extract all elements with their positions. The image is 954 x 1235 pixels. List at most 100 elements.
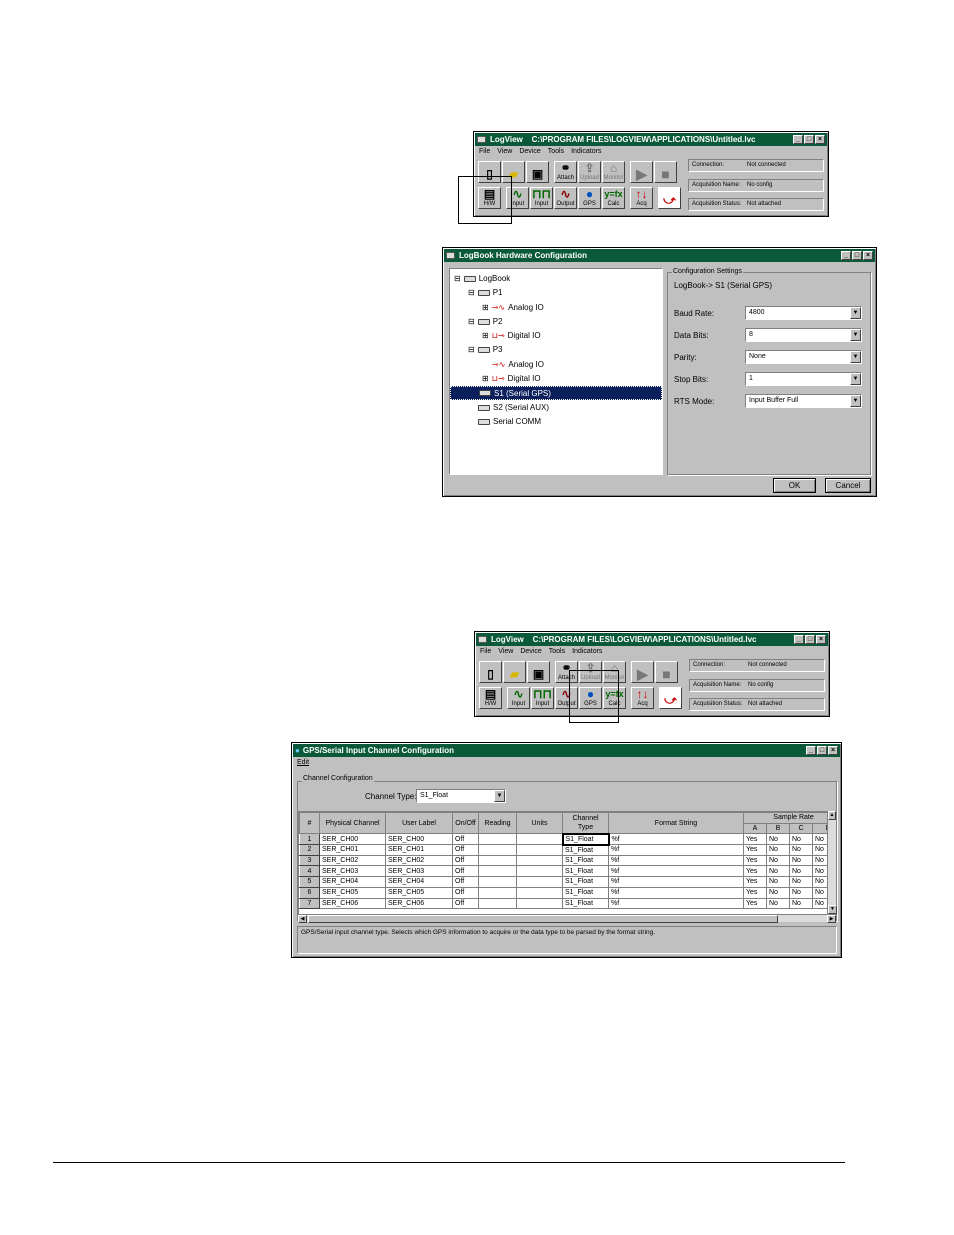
cell-row-number[interactable]: 2: [299, 844, 320, 856]
cell-row-number[interactable]: 6: [299, 886, 320, 899]
table-row[interactable]: 3 SER_CH02 SER_CH02 Off S1_Float %f Yes No No No: [299, 854, 835, 867]
cell-on-off[interactable]: Off: [452, 844, 479, 856]
table-row[interactable]: 5 SER_CH04 SER_CH04 Off S1_Float %f Yes No No No: [299, 876, 835, 888]
cell-user-label[interactable]: SER_CH01: [385, 844, 453, 856]
digital-input-button[interactable]: ⊓⊓ Input: [531, 687, 554, 709]
cell-rate-c[interactable]: No: [789, 886, 813, 899]
digital-input-button[interactable]: ⊓⊓ Input: [530, 187, 553, 209]
column-header-user-label[interactable]: User Label: [385, 812, 453, 835]
attach-button[interactable]: ⚭ Attach: [554, 161, 577, 183]
parity-select[interactable]: None ▼: [745, 350, 862, 364]
cell-rate-c[interactable]: No: [789, 897, 813, 910]
minimize-icon[interactable]: _: [806, 746, 816, 755]
cell-units[interactable]: [516, 865, 563, 878]
cell-units[interactable]: [516, 854, 563, 867]
monitor-button[interactable]: ⌂ Monitor: [602, 161, 625, 183]
save-button[interactable]: ▣: [527, 661, 550, 683]
close-icon[interactable]: ×: [815, 135, 825, 144]
cell-rate-c[interactable]: No: [789, 854, 813, 867]
cell-rate-a[interactable]: Yes: [743, 865, 767, 878]
table-row[interactable]: 7 SER_CH06 SER_CH06 Off S1_Float %f Yes No No No: [299, 897, 835, 910]
cell-channel-type[interactable]: S1_Float: [562, 897, 609, 910]
cell-units[interactable]: [516, 897, 563, 910]
cell-rate-b[interactable]: No: [766, 897, 790, 910]
data-bits-select[interactable]: 8 ▼: [745, 328, 862, 342]
menu-view[interactable]: View: [497, 148, 512, 157]
menu-indicators[interactable]: Indicators: [572, 648, 602, 657]
tree-item-p2-digital-io[interactable]: ⊞ ⊔⊸ Digital IO: [482, 331, 541, 340]
tree-item-p3-analog-io[interactable]: ⊸∿ Analog IO: [492, 360, 544, 369]
cell-format-string[interactable]: %f: [608, 865, 744, 878]
tree-item-logbook[interactable]: ⊟ LogBook: [454, 274, 510, 283]
scroll-down-icon[interactable]: ▼: [828, 905, 837, 914]
cell-user-label[interactable]: SER_CH00: [385, 833, 453, 846]
tree-item-p3[interactable]: ⊟ P3: [468, 345, 503, 354]
cell-row-number[interactable]: 5: [299, 876, 320, 888]
menu-file[interactable]: File: [479, 148, 490, 157]
cell-format-string[interactable]: %f: [608, 886, 744, 899]
cell-units[interactable]: [516, 886, 563, 899]
cell-format-string[interactable]: %f: [608, 897, 744, 910]
cell-physical-channel[interactable]: SER_CH04: [319, 876, 386, 888]
cell-reading[interactable]: [478, 886, 517, 899]
tree-item-p1-analog-io[interactable]: ⊞ ⊸∿ Analog IO: [482, 303, 544, 312]
cell-physical-channel[interactable]: SER_CH06: [319, 897, 386, 910]
menu-view[interactable]: View: [498, 648, 513, 657]
cell-rate-c[interactable]: No: [789, 833, 813, 846]
calc-button[interactable]: y=fx Calc: [602, 187, 625, 209]
menu-indicators[interactable]: Indicators: [571, 148, 601, 157]
maximize-icon[interactable]: □: [805, 635, 815, 644]
column-header-reading[interactable]: Reading: [478, 812, 517, 835]
cell-reading[interactable]: [478, 897, 517, 910]
cell-format-string[interactable]: %f: [608, 833, 744, 846]
stop-bits-select[interactable]: 1 ▼: [745, 372, 862, 386]
close-icon[interactable]: ×: [828, 746, 838, 755]
column-header-format-string[interactable]: Format String: [608, 812, 744, 835]
rts-mode-select[interactable]: Input Buffer Full ▼: [745, 394, 862, 408]
cell-channel-type[interactable]: S1_Float: [562, 854, 609, 867]
cell-row-number[interactable]: 4: [299, 865, 320, 878]
gps-button[interactable]: ● GPS: [578, 187, 601, 209]
column-header-sample-rate[interactable]: Sample Rate: [742, 812, 835, 824]
minimize-icon[interactable]: _: [841, 251, 851, 260]
vertical-scrollbar[interactable]: ▲ ▼: [827, 811, 837, 914]
chart-button[interactable]: ⤻: [658, 187, 681, 209]
ok-button[interactable]: OK: [773, 478, 816, 493]
cell-format-string[interactable]: %f: [608, 876, 744, 888]
open-folder-button[interactable]: ▰: [503, 661, 526, 683]
cell-format-string[interactable]: %f: [608, 854, 744, 867]
cell-rate-a[interactable]: Yes: [743, 886, 767, 899]
menu-device[interactable]: Device: [520, 648, 541, 657]
horizontal-scrollbar[interactable]: ◀ ▶: [298, 914, 836, 923]
cell-physical-channel[interactable]: SER_CH00: [319, 833, 386, 846]
tree-item-p2[interactable]: ⊟ P2: [468, 317, 503, 326]
cell-row-number[interactable]: 1: [299, 833, 320, 846]
cell-units[interactable]: [516, 833, 563, 846]
save-button[interactable]: ▣: [526, 161, 549, 183]
cell-physical-channel[interactable]: SER_CH05: [319, 886, 386, 899]
cell-user-label[interactable]: SER_CH03: [385, 865, 453, 878]
cell-on-off[interactable]: Off: [452, 854, 479, 867]
cell-user-label[interactable]: SER_CH04: [385, 876, 453, 888]
cell-rate-b[interactable]: No: [766, 886, 790, 899]
cell-rate-c[interactable]: No: [789, 844, 813, 856]
cell-row-number[interactable]: 3: [299, 854, 320, 867]
cell-units[interactable]: [516, 844, 563, 856]
table-row[interactable]: 6 SER_CH05 SER_CH05 Off S1_Float %f Yes No No No: [299, 886, 835, 899]
cell-physical-channel[interactable]: SER_CH01: [319, 844, 386, 856]
cell-channel-type[interactable]: S1_Float: [562, 886, 609, 899]
table-row[interactable]: 4 SER_CH03 SER_CH03 Off S1_Float %f Yes No No No: [299, 865, 835, 878]
tree-item-p1[interactable]: ⊟ P1: [468, 288, 503, 297]
minimize-icon[interactable]: _: [793, 135, 803, 144]
tree-item-s2-serial-aux[interactable]: S2 (Serial AUX): [478, 403, 549, 412]
play-button[interactable]: ▶: [631, 661, 654, 683]
output-button[interactable]: ∿ Output: [554, 187, 577, 209]
close-icon[interactable]: ×: [863, 251, 873, 260]
cell-user-label[interactable]: SER_CH05: [385, 886, 453, 899]
cell-rate-b[interactable]: No: [766, 854, 790, 867]
acq-button[interactable]: ↑↓ Acq: [631, 687, 654, 709]
cell-channel-type[interactable]: S1_Float: [562, 876, 609, 888]
column-header-number[interactable]: #: [299, 812, 320, 835]
cell-rate-a[interactable]: Yes: [743, 844, 767, 856]
cell-on-off[interactable]: Off: [452, 876, 479, 888]
